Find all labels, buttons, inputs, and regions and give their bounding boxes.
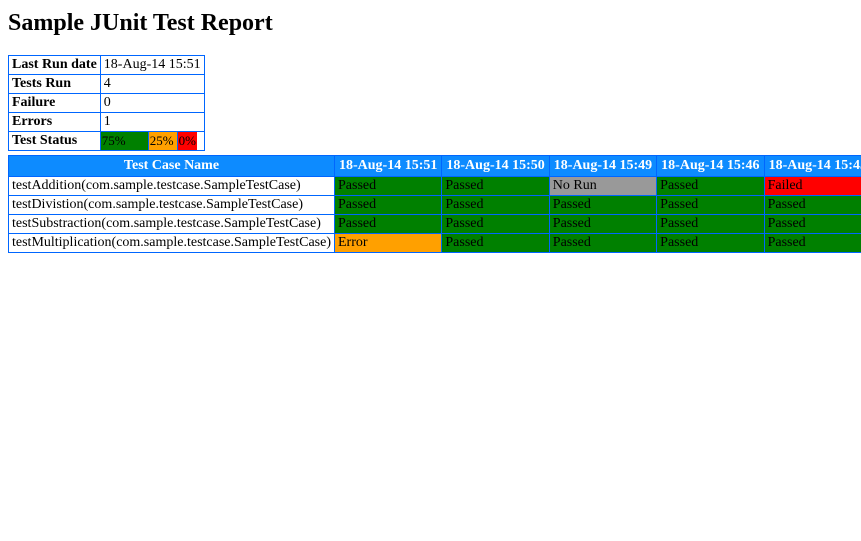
page-title: Sample JUnit Test Report bbox=[8, 10, 853, 37]
result-cell: Passed bbox=[549, 215, 656, 234]
result-cell: Passed bbox=[335, 196, 442, 215]
status-segment: 75% bbox=[101, 132, 149, 150]
result-cell: Passed bbox=[764, 196, 861, 215]
status-segment: 25% bbox=[149, 132, 178, 150]
column-run-timestamp: 18-Aug-14 15:46 bbox=[657, 156, 764, 177]
result-cell: Passed bbox=[764, 215, 861, 234]
result-cell: Passed bbox=[442, 215, 549, 234]
result-cell: Passed bbox=[657, 196, 764, 215]
label-errors: Errors bbox=[9, 113, 101, 132]
result-cell: Passed bbox=[335, 177, 442, 196]
results-table: Test Case Name18-Aug-14 15:5118-Aug-14 1… bbox=[8, 155, 861, 253]
table-row: testSubstraction(com.sample.testcase.Sam… bbox=[9, 215, 861, 234]
status-bar: 75%25%0% bbox=[101, 132, 197, 150]
test-case-name: testSubstraction(com.sample.testcase.Sam… bbox=[9, 215, 335, 234]
result-cell: Passed bbox=[657, 215, 764, 234]
column-run-timestamp: 18-Aug-14 15:45 bbox=[764, 156, 861, 177]
test-case-name: testMultiplication(com.sample.testcase.S… bbox=[9, 234, 335, 253]
status-segment: 0% bbox=[178, 132, 197, 150]
label-failure: Failure bbox=[9, 94, 101, 113]
value-test-status: 75%25%0% bbox=[100, 132, 204, 151]
result-cell: Passed bbox=[442, 234, 549, 253]
column-run-timestamp: 18-Aug-14 15:50 bbox=[442, 156, 549, 177]
result-cell: No Run bbox=[549, 177, 656, 196]
column-test-case-name: Test Case Name bbox=[9, 156, 335, 177]
summary-row-tests-run: Tests Run 4 bbox=[9, 75, 205, 94]
summary-table: Last Run date 18-Aug-14 15:51 Tests Run … bbox=[8, 55, 205, 151]
table-row: testMultiplication(com.sample.testcase.S… bbox=[9, 234, 861, 253]
result-cell: Passed bbox=[657, 234, 764, 253]
table-row: testDivistion(com.sample.testcase.Sample… bbox=[9, 196, 861, 215]
test-case-name: testDivistion(com.sample.testcase.Sample… bbox=[9, 196, 335, 215]
result-cell: Passed bbox=[335, 215, 442, 234]
value-tests-run: 4 bbox=[100, 75, 204, 94]
results-header-row: Test Case Name18-Aug-14 15:5118-Aug-14 1… bbox=[9, 156, 861, 177]
result-cell: Passed bbox=[549, 196, 656, 215]
column-run-timestamp: 18-Aug-14 15:51 bbox=[335, 156, 442, 177]
label-last-run: Last Run date bbox=[9, 56, 101, 75]
column-run-timestamp: 18-Aug-14 15:49 bbox=[549, 156, 656, 177]
label-test-status: Test Status bbox=[9, 132, 101, 151]
summary-row-test-status: Test Status 75%25%0% bbox=[9, 132, 205, 151]
value-errors: 1 bbox=[100, 113, 204, 132]
test-case-name: testAddition(com.sample.testcase.SampleT… bbox=[9, 177, 335, 196]
result-cell: Passed bbox=[657, 177, 764, 196]
value-failure: 0 bbox=[100, 94, 204, 113]
result-cell: Failed bbox=[764, 177, 861, 196]
result-cell: Passed bbox=[549, 234, 656, 253]
summary-row-errors: Errors 1 bbox=[9, 113, 205, 132]
summary-row-last-run: Last Run date 18-Aug-14 15:51 bbox=[9, 56, 205, 75]
label-tests-run: Tests Run bbox=[9, 75, 101, 94]
summary-row-failure: Failure 0 bbox=[9, 94, 205, 113]
table-row: testAddition(com.sample.testcase.SampleT… bbox=[9, 177, 861, 196]
result-cell: Passed bbox=[442, 196, 549, 215]
result-cell: Error bbox=[335, 234, 442, 253]
result-cell: Passed bbox=[764, 234, 861, 253]
result-cell: Passed bbox=[442, 177, 549, 196]
value-last-run: 18-Aug-14 15:51 bbox=[100, 56, 204, 75]
